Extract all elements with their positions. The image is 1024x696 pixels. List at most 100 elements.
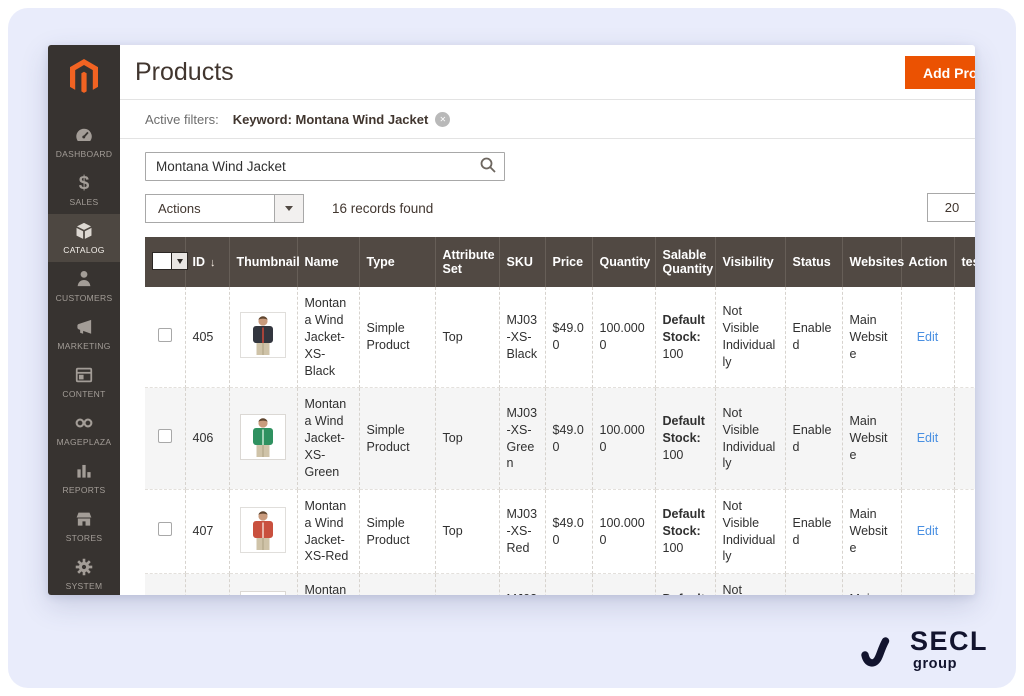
cell-websites: Main Website bbox=[842, 388, 901, 489]
add-product-button[interactable]: Add Product bbox=[905, 56, 975, 89]
select-all-dropdown[interactable] bbox=[152, 252, 188, 270]
cell-type: Simple Product bbox=[359, 287, 435, 388]
cell-quantity: 100.0000 bbox=[592, 574, 655, 595]
column-header-action[interactable]: Action bbox=[901, 237, 954, 287]
filter-chip-text: Keyword: Montana Wind Jacket bbox=[233, 112, 429, 127]
column-header-salable-quantity[interactable]: Salable Quantity bbox=[655, 237, 715, 287]
sidebar-item-mageplaza[interactable]: MAGEPLAZA bbox=[48, 406, 120, 454]
column-header-thumbnail[interactable]: Thumbnail bbox=[229, 237, 297, 287]
cell-attribute-set: Top bbox=[435, 287, 499, 388]
chevron-down-icon bbox=[274, 195, 303, 222]
sidebar-item-label: STORES bbox=[66, 533, 103, 543]
content-icon bbox=[73, 364, 95, 386]
sidebar: DASHBOARD $ SALES CATALOG bbox=[48, 45, 120, 595]
search-icon bbox=[479, 156, 497, 174]
column-header-price[interactable]: Price bbox=[545, 237, 592, 287]
cell-visibility: Not Visible Individually bbox=[715, 388, 785, 489]
row-checkbox[interactable] bbox=[158, 328, 172, 342]
actions-select-value: Actions bbox=[146, 195, 274, 222]
per-page-value: 20 bbox=[928, 194, 975, 221]
product-thumbnail[interactable] bbox=[240, 312, 286, 358]
remove-filter-icon[interactable] bbox=[435, 112, 450, 127]
column-header-status[interactable]: Status bbox=[785, 237, 842, 287]
marketing-icon bbox=[73, 316, 95, 338]
select-all-header bbox=[145, 237, 185, 287]
per-page-select[interactable]: 20 bbox=[927, 193, 975, 222]
table-header-row: ID↓ Thumbnail Name Type Attribute Set SK… bbox=[145, 237, 975, 287]
column-header-websites[interactable]: Websites bbox=[842, 237, 901, 287]
edit-link[interactable]: Edit bbox=[917, 330, 939, 344]
cell-type: Simple Product bbox=[359, 489, 435, 574]
page-header: Products Add Product bbox=[120, 45, 975, 100]
model-photo bbox=[241, 592, 285, 595]
column-header-attribute-set[interactable]: Attribute Set bbox=[435, 237, 499, 287]
sidebar-item-label: CONTENT bbox=[62, 389, 105, 399]
table-row: 405 Montana Wind Jacket-XS-Black bbox=[145, 287, 975, 388]
sidebar-item-reports[interactable]: REPORTS bbox=[48, 454, 120, 502]
cell-price: $49.00 bbox=[545, 489, 592, 574]
system-icon bbox=[73, 556, 95, 578]
cell-quantity: 100.0000 bbox=[592, 489, 655, 574]
product-thumbnail[interactable] bbox=[240, 414, 286, 460]
model-photo bbox=[241, 313, 285, 357]
column-header-id[interactable]: ID↓ bbox=[185, 237, 229, 287]
secl-swoosh-icon bbox=[858, 628, 900, 672]
cell-test bbox=[954, 489, 975, 574]
model-photo bbox=[241, 508, 285, 552]
cell-name: Montana Wind Jacket-XS-Black bbox=[297, 287, 359, 388]
cell-test bbox=[954, 388, 975, 489]
cell-type: Simple Product bbox=[359, 574, 435, 595]
edit-link[interactable]: Edit bbox=[917, 431, 939, 445]
sidebar-item-dashboard[interactable]: DASHBOARD bbox=[48, 118, 120, 166]
search-input[interactable] bbox=[145, 152, 505, 181]
column-header-test[interactable]: test bbox=[954, 237, 975, 287]
sidebar-item-system[interactable]: SYSTEM bbox=[48, 550, 120, 595]
sidebar-item-label: CATALOG bbox=[63, 245, 104, 255]
keyword-search bbox=[145, 152, 505, 181]
cell-attribute-set: Top bbox=[435, 388, 499, 489]
cell-name: Montana Wind Jacket-XS-Red bbox=[297, 489, 359, 574]
desktop-background: DASHBOARD $ SALES CATALOG bbox=[8, 8, 1016, 688]
search-button[interactable] bbox=[475, 155, 501, 178]
cell-websites: Main Website bbox=[842, 287, 901, 388]
main-content: Products Add Product Active filters: Key… bbox=[120, 45, 975, 595]
sidebar-item-label: MARKETING bbox=[57, 341, 110, 351]
cell-sku: MJ03-XS-Green bbox=[499, 388, 545, 489]
sidebar-item-marketing[interactable]: MARKETING bbox=[48, 310, 120, 358]
cell-price: $49.00 bbox=[545, 388, 592, 489]
product-thumbnail[interactable] bbox=[240, 507, 286, 553]
sidebar-item-sales[interactable]: $ SALES bbox=[48, 166, 120, 214]
table-row: 408 Montana Wind Jacket-S-Black bbox=[145, 574, 975, 595]
dashboard-icon bbox=[73, 124, 95, 146]
column-header-type[interactable]: Type bbox=[359, 237, 435, 287]
actions-select[interactable]: Actions bbox=[145, 194, 304, 223]
edit-link[interactable]: Edit bbox=[917, 524, 939, 538]
model-photo bbox=[241, 415, 285, 459]
sidebar-item-label: SALES bbox=[70, 197, 99, 207]
sidebar-item-catalog[interactable]: CATALOG bbox=[48, 214, 120, 262]
row-checkbox[interactable] bbox=[158, 522, 172, 536]
cell-price: $49.00 bbox=[545, 574, 592, 595]
sidebar-item-customers[interactable]: CUSTOMERS bbox=[48, 262, 120, 310]
column-header-visibility[interactable]: Visibility bbox=[715, 237, 785, 287]
sidebar-item-content[interactable]: CONTENT bbox=[48, 358, 120, 406]
cell-id: 406 bbox=[185, 388, 229, 489]
cell-sku: MJ03-XS-Black bbox=[499, 287, 545, 388]
products-table: ID↓ Thumbnail Name Type Attribute Set SK… bbox=[145, 237, 975, 595]
column-header-name[interactable]: Name bbox=[297, 237, 359, 287]
cell-salable-quantity: Default Stock:100 bbox=[655, 574, 715, 595]
sidebar-item-stores[interactable]: STORES bbox=[48, 502, 120, 550]
magento-logo-icon bbox=[66, 57, 102, 97]
column-header-quantity[interactable]: Quantity bbox=[592, 237, 655, 287]
cell-name: Montana Wind Jacket-S-Black bbox=[297, 574, 359, 595]
column-header-sku[interactable]: SKU bbox=[499, 237, 545, 287]
active-filters-label: Active filters: bbox=[145, 112, 219, 127]
product-thumbnail[interactable] bbox=[240, 591, 286, 595]
cell-visibility: Not Visible Individually bbox=[715, 489, 785, 574]
cell-status: Enabled bbox=[785, 287, 842, 388]
row-checkbox[interactable] bbox=[158, 429, 172, 443]
records-found-text: 16 records found bbox=[332, 201, 433, 216]
magento-logo[interactable] bbox=[66, 45, 102, 112]
cell-sku: MJ03-S-Black bbox=[499, 574, 545, 595]
cell-id: 407 bbox=[185, 489, 229, 574]
